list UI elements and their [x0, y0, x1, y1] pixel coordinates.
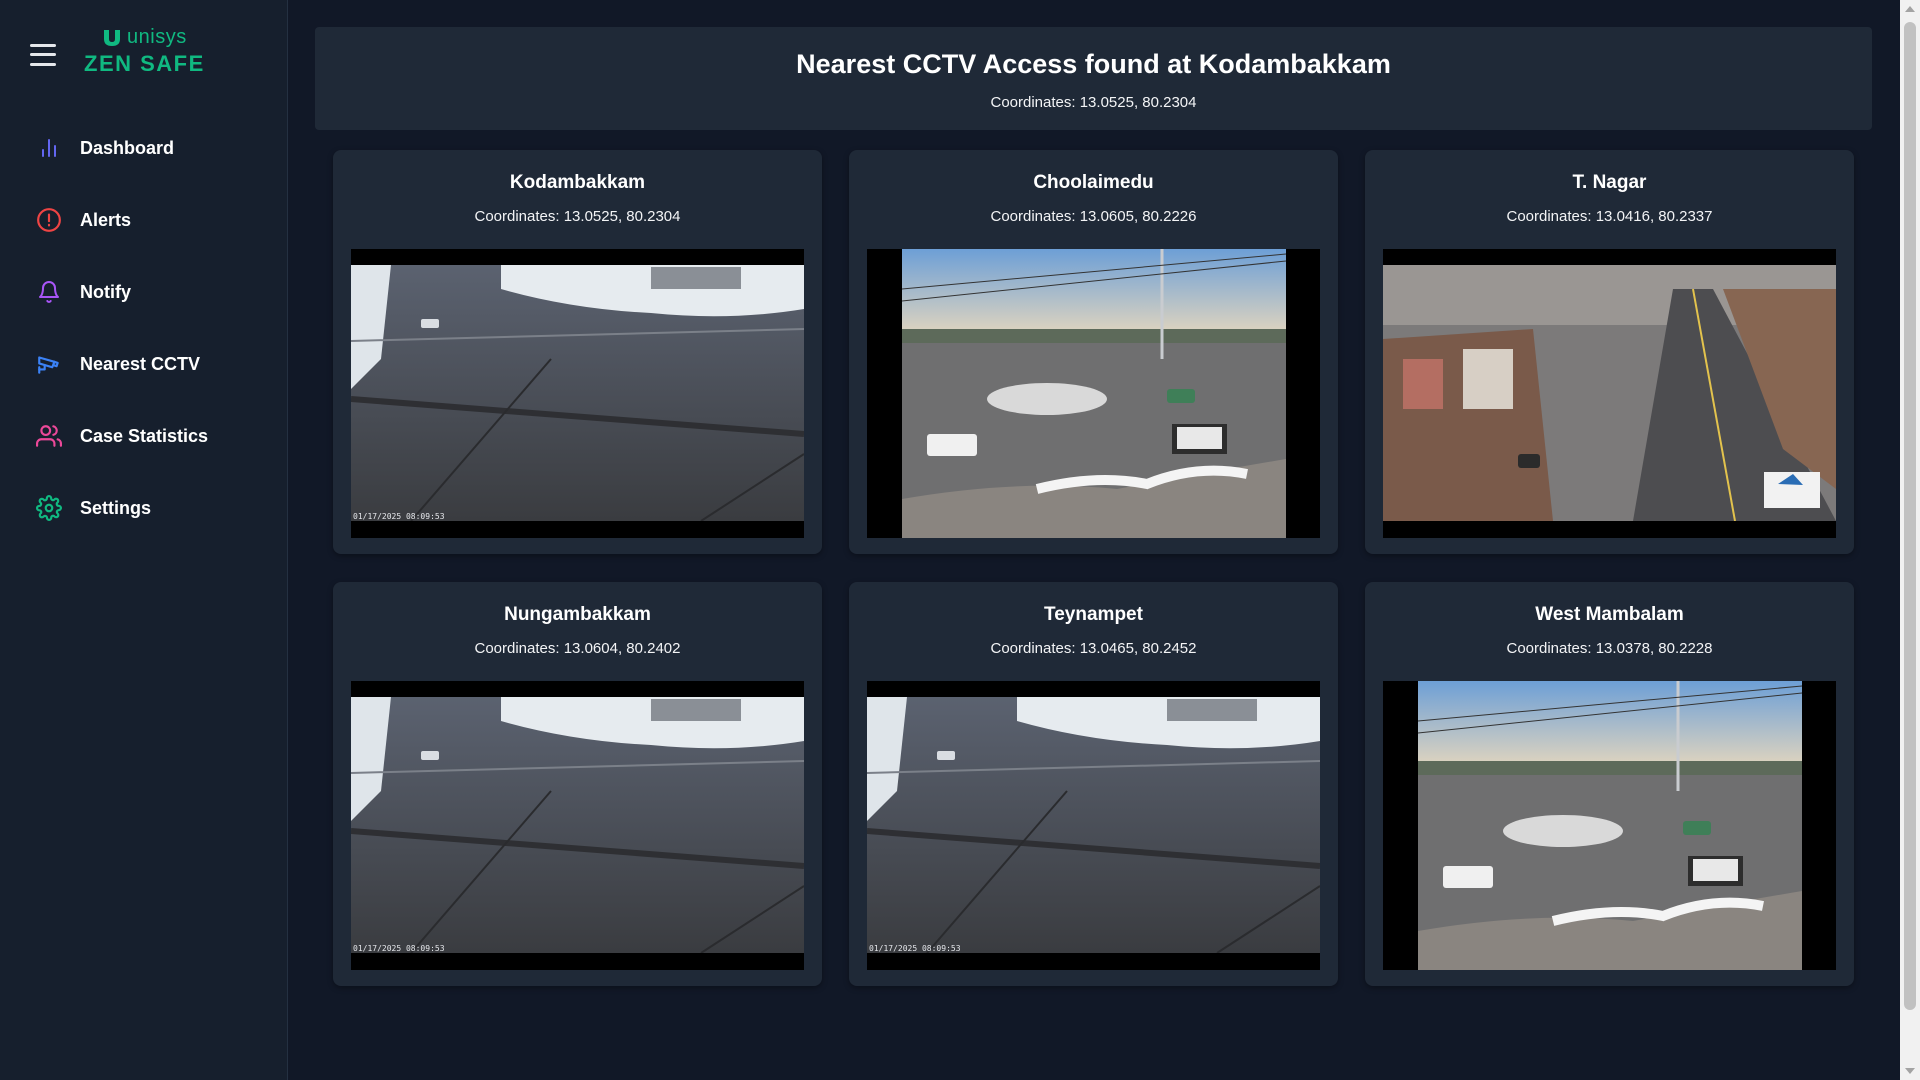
unisys-logo-icon — [104, 29, 121, 46]
sidebar-item-notify[interactable]: Notify — [0, 256, 287, 328]
sidebar-item-alerts[interactable]: Alerts — [0, 184, 287, 256]
menu-toggle-icon[interactable] — [30, 43, 56, 66]
bar-chart-icon — [36, 135, 62, 161]
sidebar-item-label: Dashboard — [80, 137, 175, 158]
vertical-scrollbar[interactable] — [1900, 0, 1920, 1080]
header-coordinates: Coordinates: 13.0525, 80.2304 — [990, 94, 1197, 111]
brand-company: unisys — [127, 26, 187, 48]
camera-card[interactable]: Choolaimedu Coordinates: 13.0605, 80.222… — [849, 150, 1338, 554]
camera-card[interactable]: West Mambalam Coordinates: 13.0378, 80.2… — [1365, 582, 1854, 986]
sidebar-item-dashboard[interactable]: Dashboard — [0, 112, 287, 184]
brand-product: ZEN SAFE — [84, 51, 205, 76]
nearest-cctv-header: Nearest CCTV Access found at Kodambakkam… — [315, 27, 1872, 130]
camera-name: Choolaimedu — [1033, 172, 1154, 193]
sidebar-item-nearest-cctv[interactable]: Nearest CCTV — [0, 328, 287, 400]
svg-text:01/17/2025 08:09:53: 01/17/2025 08:09:53 — [869, 944, 961, 953]
camera-card[interactable]: Nungambakkam Coordinates: 13.0604, 80.24… — [333, 582, 822, 986]
sidebar-item-label: Alerts — [80, 209, 132, 230]
scroll-up-icon[interactable] — [1905, 6, 1915, 12]
sidebar-item-label: Notify — [80, 281, 131, 302]
main-content: Nearest CCTV Access found at Kodambakkam… — [288, 0, 1888, 1080]
camera-name: Teynampet — [1044, 604, 1143, 625]
sidebar: unisys ZEN SAFE Dashboard Alerts Notify — [0, 0, 288, 1080]
gear-icon — [36, 495, 62, 521]
camera-feed[interactable] — [1383, 249, 1836, 538]
camera-coordinates: Coordinates: 13.0465, 80.2452 — [990, 640, 1197, 657]
camera-coordinates: Coordinates: 13.0605, 80.2226 — [990, 208, 1197, 225]
svg-text:01/17/2025 08:09:53: 01/17/2025 08:09:53 — [353, 944, 445, 953]
users-icon — [36, 423, 62, 449]
camera-coordinates: Coordinates: 13.0416, 80.2337 — [1506, 208, 1713, 225]
brand-row: unisys ZEN SAFE — [30, 26, 205, 77]
camera-feed[interactable]: 01/17/2025 08:09:53 — [351, 249, 804, 538]
camera-feed[interactable]: 01/17/2025 08:09:53 — [351, 681, 804, 970]
sidebar-item-settings[interactable]: Settings — [0, 472, 287, 544]
sidebar-nav: Dashboard Alerts Notify Nearest CCTV Cas… — [0, 112, 287, 544]
sidebar-item-label: Nearest CCTV — [80, 353, 201, 374]
cctv-camera-icon — [36, 351, 62, 377]
camera-name: West Mambalam — [1535, 604, 1684, 625]
page-title: Nearest CCTV Access found at Kodambakkam — [796, 49, 1391, 79]
svg-text:01/17/2025 08:09:53: 01/17/2025 08:09:53 — [353, 512, 445, 521]
camera-name: T. Nagar — [1572, 172, 1647, 193]
camera-coordinates: Coordinates: 13.0604, 80.2402 — [474, 640, 681, 657]
sidebar-item-label: Case Statistics — [80, 425, 209, 446]
bell-icon — [36, 279, 62, 305]
camera-coordinates: Coordinates: 13.0525, 80.2304 — [474, 208, 681, 225]
camera-feed[interactable] — [867, 249, 1320, 538]
camera-name: Kodambakkam — [509, 172, 646, 193]
cctv-grid: Kodambakkam Coordinates: 13.0525, 80.230… — [333, 150, 1854, 986]
camera-feed[interactable] — [1383, 681, 1836, 970]
camera-feed[interactable]: 01/17/2025 08:09:53 — [867, 681, 1320, 970]
camera-card[interactable]: Teynampet Coordinates: 13.0465, 80.2452 … — [849, 582, 1338, 986]
brand-logo: unisys ZEN SAFE — [84, 26, 205, 77]
scroll-down-icon[interactable] — [1905, 1068, 1915, 1074]
camera-coordinates: Coordinates: 13.0378, 80.2228 — [1506, 640, 1713, 657]
sidebar-item-label: Settings — [80, 497, 152, 518]
alert-circle-icon — [36, 207, 62, 233]
camera-card[interactable]: T. Nagar Coordinates: 13.0416, 80.2337 — [1365, 150, 1854, 554]
camera-name: Nungambakkam — [504, 604, 651, 625]
scroll-thumb[interactable] — [1904, 22, 1916, 1010]
camera-card[interactable]: Kodambakkam Coordinates: 13.0525, 80.230… — [333, 150, 822, 554]
sidebar-item-case-statistics[interactable]: Case Statistics — [0, 400, 287, 472]
